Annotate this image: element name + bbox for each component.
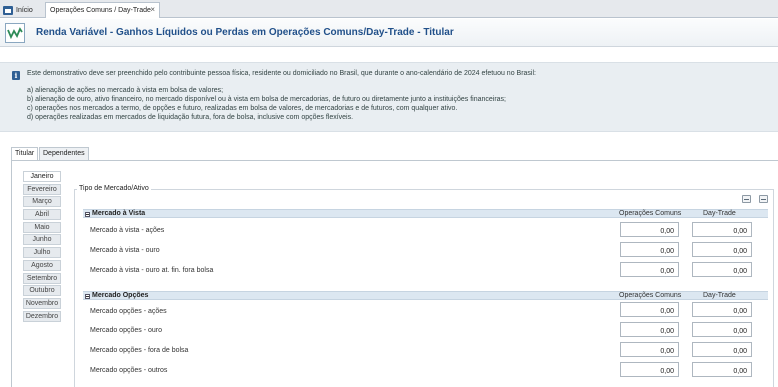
info-item-a: a) alienação de ações no mercado à vista… <box>27 87 224 94</box>
opcoes-fora-bolsa-daytrade-input[interactable] <box>692 342 752 357</box>
month-tab-agosto[interactable]: Agosto <box>23 259 61 271</box>
row-label-opcoes-acoes: Mercado opções - ações <box>90 308 167 315</box>
tab-home-label: Início <box>16 6 33 14</box>
tab-titular[interactable]: Titular <box>11 147 39 161</box>
month-tab-janeiro[interactable]: Janeiro <box>23 171 61 182</box>
month-tab-junho[interactable]: Junho <box>23 234 61 246</box>
section-mercado-a-vista: Mercado à Vista Operações Comuns Day-Tra… <box>83 209 768 218</box>
col-header-operacoes-comuns: Operações Comuns <box>619 210 682 217</box>
section-mercado-opcoes: Mercado Opções Operações Comuns Day-Trad… <box>83 291 768 300</box>
vista-ouro-daytrade-input[interactable] <box>692 242 752 257</box>
info-intro: Este demonstrativo deve ser preenchido p… <box>27 70 536 77</box>
page-header: Renda Variável - Ganhos Líquidos ou Perd… <box>0 19 778 47</box>
month-tab-abril[interactable]: Abril <box>23 209 61 221</box>
info-item-b: b) alienação de ouro, ativo financeiro, … <box>27 96 506 103</box>
month-tab-marco[interactable]: Março <box>23 196 61 208</box>
month-tab-outubro[interactable]: Outubro <box>23 285 61 297</box>
section-title: Mercado à Vista <box>92 210 146 217</box>
clear-icon[interactable] <box>759 195 768 203</box>
row-label-opcoes-ouro: Mercado opções - ouro <box>90 327 162 334</box>
info-item-d: d) operações realizadas em mercados de l… <box>27 114 354 121</box>
info-item-c: c) operações nos mercados a termo, de op… <box>27 105 458 112</box>
row-label-vista-ouro: Mercado à vista - ouro <box>90 247 160 254</box>
group-title: Tipo de Mercado/Ativo <box>77 185 151 192</box>
opcoes-ouro-comuns-input[interactable] <box>620 322 679 337</box>
row-label-vista-acoes: Mercado à vista - ações <box>90 227 165 234</box>
col-header-day-trade: Day-Trade <box>703 210 736 217</box>
chart-logo-icon <box>7 27 23 39</box>
info-text: Este demonstrativo deve ser preenchido p… <box>27 69 767 122</box>
tab-home[interactable]: Início <box>3 3 33 17</box>
close-icon[interactable]: × <box>150 5 155 14</box>
month-tab-novembro[interactable]: Novembro <box>23 297 61 309</box>
home-icon <box>3 5 13 15</box>
tab-operacoes-comuns[interactable]: Operações Comuns / Day-Trade × <box>45 2 160 18</box>
copy-icon[interactable] <box>742 195 751 203</box>
month-tab-setembro[interactable]: Setembro <box>23 272 61 284</box>
vista-ouro-comuns-input[interactable] <box>620 242 679 257</box>
tab-dependentes[interactable]: Dependentes <box>39 147 89 160</box>
month-tabs: Janeiro Fevereiro Março Abril Maio Junho… <box>23 171 61 323</box>
info-icon: i <box>12 71 20 80</box>
opcoes-fora-bolsa-comuns-input[interactable] <box>620 342 679 357</box>
opcoes-acoes-daytrade-input[interactable] <box>692 302 752 317</box>
info-box: i Este demonstrativo deve ser preenchido… <box>0 62 778 132</box>
vista-ouro-fora-bolsa-daytrade-input[interactable] <box>692 262 752 277</box>
col-header-operacoes-comuns: Operações Comuns <box>619 292 682 299</box>
month-tab-dezembro[interactable]: Dezembro <box>23 310 61 322</box>
collapse-icon[interactable] <box>85 294 90 299</box>
page-title: Renda Variável - Ganhos Líquidos ou Perd… <box>36 27 454 38</box>
month-tab-fevereiro[interactable]: Fevereiro <box>23 183 61 195</box>
row-label-opcoes-fora-bolsa: Mercado opções - fora de bolsa <box>90 347 189 354</box>
row-label-opcoes-outros: Mercado opções - outros <box>90 367 168 374</box>
col-header-day-trade: Day-Trade <box>703 292 736 299</box>
opcoes-outros-comuns-input[interactable] <box>620 362 679 377</box>
app-logo <box>5 23 25 43</box>
row-label-vista-ouro-fora-bolsa: Mercado à vista - ouro at. fin. fora bol… <box>90 267 214 274</box>
opcoes-outros-daytrade-input[interactable] <box>692 362 752 377</box>
vista-acoes-daytrade-input[interactable] <box>692 222 752 237</box>
market-type-groupbox <box>74 189 774 387</box>
section-title: Mercado Opções <box>92 292 149 299</box>
month-tab-julho[interactable]: Julho <box>23 247 61 259</box>
vista-acoes-comuns-input[interactable] <box>620 222 679 237</box>
tab-active-label: Operações Comuns / Day-Trade <box>50 7 151 14</box>
collapse-icon[interactable] <box>85 212 90 217</box>
document-tab-bar: Início Operações Comuns / Day-Trade × <box>0 0 778 18</box>
opcoes-acoes-comuns-input[interactable] <box>620 302 679 317</box>
vista-ouro-fora-bolsa-comuns-input[interactable] <box>620 262 679 277</box>
month-tab-maio[interactable]: Maio <box>23 221 61 233</box>
opcoes-ouro-daytrade-input[interactable] <box>692 322 752 337</box>
